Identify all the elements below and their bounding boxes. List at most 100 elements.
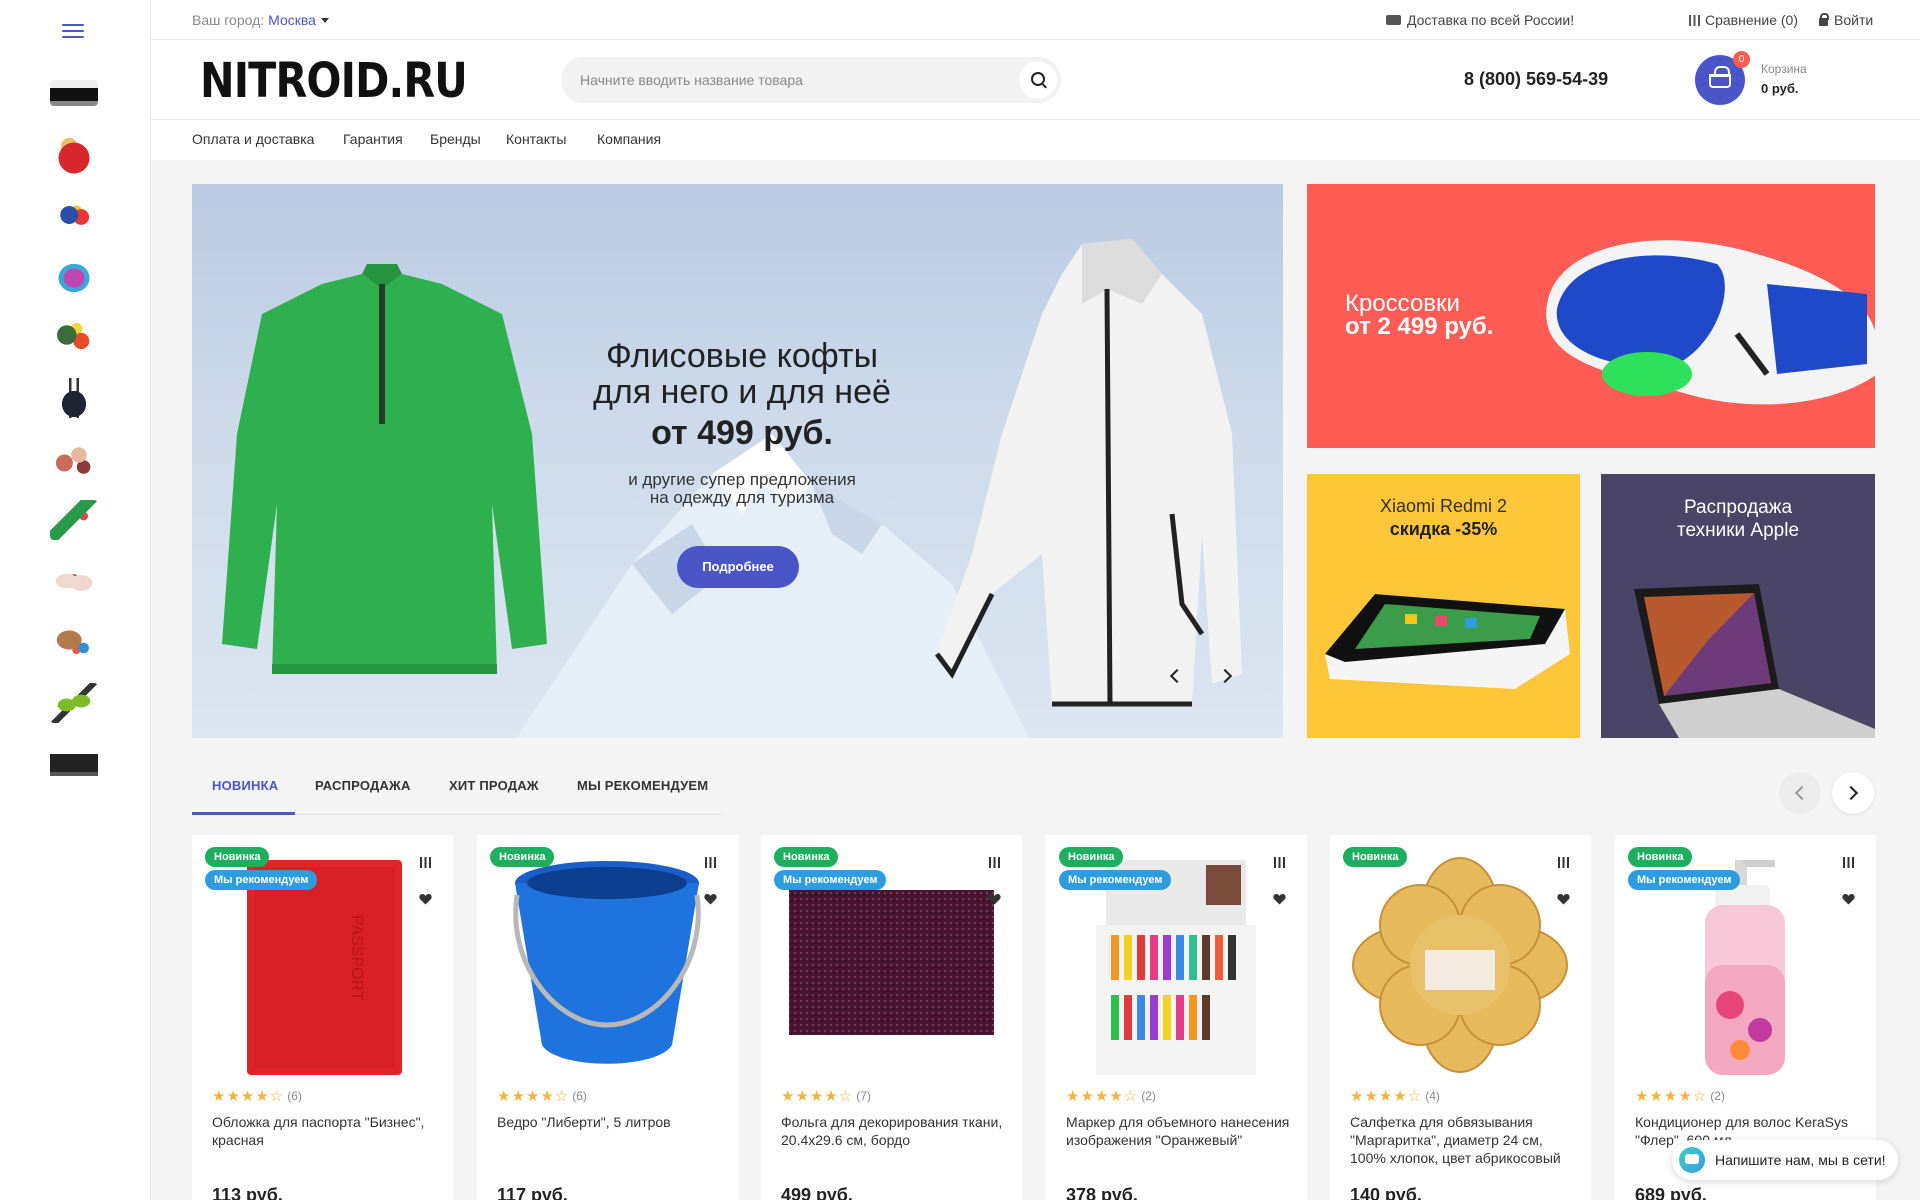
product-card[interactable]: PASSPORT Новинка Мы рекомендуем ★★★★☆ (6) Обл… [192, 835, 453, 1200]
new-badge: Новинка [774, 847, 839, 867]
banner-next-arrow-icon[interactable] [1217, 666, 1237, 686]
city-selector[interactable]: Ваш город: Москва [192, 12, 329, 28]
banner-prev-arrow-icon[interactable] [1166, 666, 1186, 686]
category-beauty-tools[interactable] [46, 373, 102, 423]
promo-xiaomi[interactable]: Xiaomi Redmi 2 скидка -35% [1307, 474, 1580, 738]
compare-icon[interactable] [1274, 857, 1285, 868]
laptop-image [1634, 584, 1875, 738]
heart-icon[interactable] [1557, 893, 1570, 905]
sneaker-sole-image [1546, 240, 1875, 405]
banner-subtitle-line1: и другие супер предложения [628, 470, 856, 489]
category-electronics[interactable] [46, 68, 102, 118]
delivery-info[interactable]: Доставка по всей России! [1386, 12, 1574, 28]
tab-bestsellers[interactable]: ХИТ ПРОДАЖ [449, 778, 539, 793]
cart-label[interactable]: Корзина [1761, 62, 1807, 76]
heart-icon[interactable] [1273, 893, 1286, 905]
category-sport-icon [50, 683, 98, 723]
menu-icon[interactable] [62, 24, 84, 38]
product-card[interactable]: Новинка ★★★★☆ (4) Салфетка для обвязывания … [1330, 835, 1591, 1200]
category-household[interactable] [46, 129, 102, 179]
compare-icon [1689, 15, 1700, 26]
category-tools-icon [50, 744, 98, 784]
cart-count-badge: 0 [1733, 51, 1750, 68]
new-badge: Новинка [1059, 847, 1124, 867]
recommended-badge: Мы рекомендуем [1628, 870, 1741, 890]
compare-icon[interactable] [705, 857, 716, 868]
nav-contacts[interactable]: Контакты [506, 131, 566, 147]
heart-icon[interactable] [1842, 893, 1855, 905]
nav-company[interactable]: Компания [597, 131, 661, 147]
product-name[interactable]: Ведро "Либерти", 5 литров [497, 1113, 722, 1131]
compare-icon[interactable] [420, 857, 431, 868]
compare-link[interactable]: Сравнение (0) [1689, 12, 1798, 28]
review-count: (4) [1425, 1089, 1440, 1103]
review-count: (2) [1710, 1089, 1725, 1103]
compare-icon[interactable] [989, 857, 1000, 868]
category-crafts[interactable] [46, 251, 102, 301]
product-card[interactable]: Новинка Мы рекомендуем ★★★★☆ (2) Маркер для … [1046, 835, 1307, 1200]
promo-xiaomi-discount: скидка -35% [1389, 519, 1498, 539]
heart-icon[interactable] [419, 893, 432, 905]
chat-widget[interactable]: Напишите нам, мы в сети! [1672, 1140, 1898, 1180]
product-price: 689 руб. [1635, 1185, 1707, 1200]
product-price: 113 руб. [212, 1185, 283, 1200]
nav-brands[interactable]: Бренды [430, 131, 481, 147]
banner-subtitle-line2: на одежду для туризма [649, 488, 835, 507]
tab-new[interactable]: НОВИНКА [212, 778, 278, 793]
category-cosmetics[interactable] [46, 434, 102, 484]
promo-sneakers[interactable]: Кроссовки от 2 499 руб. [1307, 184, 1875, 448]
tab-sale[interactable]: РАСПРОДАЖА [315, 778, 411, 793]
product-card[interactable]: Новинка ★★★★☆ (6) Ведро "Либерти", 5 литров… [477, 835, 738, 1200]
category-tools[interactable] [46, 739, 102, 789]
compare-icon[interactable] [1843, 857, 1854, 868]
cart-sum[interactable]: 0 руб. [1761, 81, 1798, 96]
product-name[interactable]: Обложка для паспорта "Бизнес", красная [212, 1113, 437, 1149]
product-card[interactable]: Новинка Мы рекомендуем ★★★★☆ (7) Фольга для … [761, 835, 1022, 1200]
city-label: Ваш город: [192, 12, 265, 28]
carousel-prev-icon[interactable] [1779, 772, 1821, 814]
chat-icon [1679, 1147, 1705, 1173]
category-garden[interactable] [46, 495, 102, 545]
category-kids-icon [50, 317, 98, 357]
nav-warranty[interactable]: Гарантия [343, 131, 403, 147]
category-sport[interactable] [46, 678, 102, 728]
search-input[interactable] [561, 57, 1001, 103]
review-count: (6) [287, 1089, 302, 1103]
product-name[interactable]: Салфетка для обвязывания "Маргаритка", д… [1350, 1113, 1575, 1167]
category-kitchen[interactable] [46, 617, 102, 667]
rating-stars: ★★★★☆ (4) [1350, 1088, 1440, 1105]
category-stationery-icon [50, 195, 98, 235]
category-list [46, 68, 102, 800]
heart-icon[interactable] [704, 893, 717, 905]
carousel-next-icon[interactable] [1832, 772, 1874, 814]
product-image[interactable] [1350, 855, 1571, 1075]
login-link[interactable]: Войти [1819, 12, 1873, 28]
banner-more-button[interactable]: Подробнее [677, 546, 799, 588]
lock-icon [1819, 13, 1829, 26]
product-name[interactable]: Маркер для объемного нанесения изображен… [1066, 1113, 1291, 1149]
compare-icon[interactable] [1558, 857, 1569, 868]
site-logo[interactable]: NITROID.RU [200, 53, 468, 109]
promo-apple-title: Распродажа техники Apple [1601, 496, 1875, 542]
nav-payment-delivery[interactable]: Оплата и доставка [192, 131, 314, 147]
basket-icon [1709, 66, 1731, 88]
city-value[interactable]: Москва [268, 12, 316, 28]
product-image[interactable] [497, 855, 718, 1075]
review-count: (6) [572, 1089, 587, 1103]
category-kids[interactable] [46, 312, 102, 362]
search-box [561, 57, 1061, 103]
tab-recommended[interactable]: МЫ РЕКОМЕНДУЕМ [577, 778, 708, 793]
promo-apple[interactable]: Распродажа техники Apple [1601, 474, 1875, 738]
category-stationery[interactable] [46, 190, 102, 240]
heart-icon[interactable] [988, 893, 1001, 905]
new-badge: Новинка [1343, 847, 1408, 867]
category-electronics-icon [50, 80, 98, 106]
category-beauty-tools-icon [50, 378, 98, 418]
phone-number[interactable]: 8 (800) 569-54-39 [1464, 69, 1608, 90]
product-name[interactable]: Фольга для декорирования ткани, 20.4x29.… [781, 1113, 1006, 1149]
category-clothing[interactable] [46, 556, 102, 606]
search-icon[interactable] [1019, 61, 1057, 99]
new-badge: Новинка [1628, 847, 1693, 867]
promo-sneakers-text: Кроссовки от 2 499 руб. [1345, 292, 1493, 339]
hero-banner[interactable]: Флисовые кофты для него и для неё от 499… [192, 184, 1283, 738]
